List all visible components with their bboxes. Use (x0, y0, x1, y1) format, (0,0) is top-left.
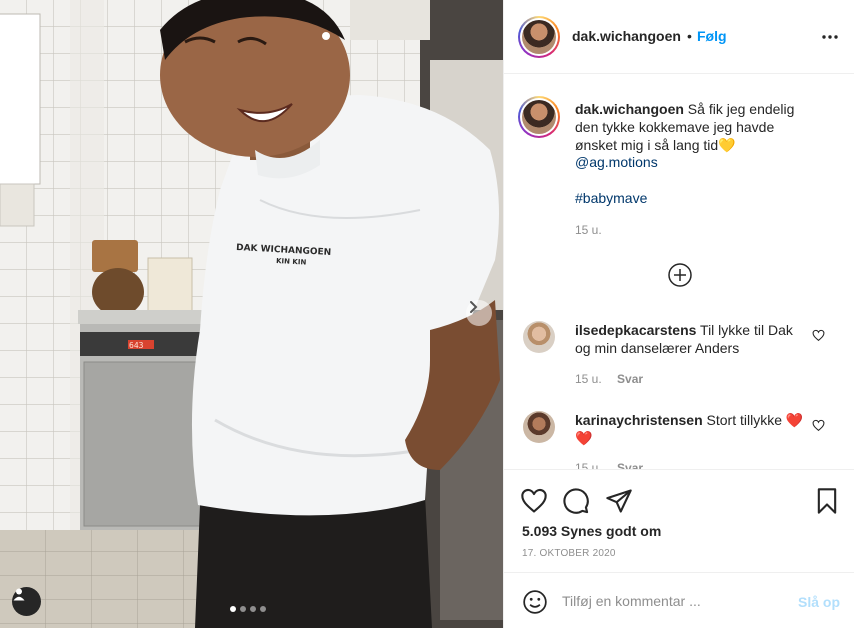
comment-text: ilsedepkacarstens Til lykke til Dak og m… (575, 321, 805, 357)
commenter-avatar[interactable] (523, 411, 555, 443)
caption-timestamp[interactable]: 15 u. (575, 223, 602, 237)
caption-avatar[interactable] (518, 96, 560, 138)
carousel-dot (250, 606, 256, 612)
more-options-icon[interactable] (820, 27, 840, 47)
likes-count[interactable]: 5.093 Synes godt om (522, 523, 661, 539)
carousel-dots (230, 606, 266, 612)
heart-icon[interactable] (812, 329, 825, 342)
reply-button[interactable]: Svar (617, 372, 643, 386)
like-heart-icon[interactable] (520, 487, 548, 515)
comments-section: dak.wichangoen Så fik jeg endelig den ty… (504, 75, 854, 469)
load-more-comments-icon[interactable] (667, 262, 693, 288)
comment-input[interactable] (562, 589, 782, 613)
save-bookmark-icon[interactable] (813, 487, 841, 515)
carousel-dot (240, 606, 246, 612)
comment-meta: 15 u. Svar (575, 461, 655, 469)
caption-mention[interactable]: @ag.motions (575, 154, 658, 170)
follow-button[interactable]: Følg (697, 28, 727, 44)
tagged-users-button[interactable] (12, 587, 41, 616)
carousel-dot (230, 606, 236, 612)
post-actions: 5.093 Synes godt om 17. OKTOBER 2020 (504, 469, 854, 572)
chevron-right-icon (470, 301, 478, 313)
post-date[interactable]: 17. OKTOBER 2020 (522, 548, 616, 559)
post-comment-button[interactable]: Slå op (798, 594, 840, 610)
photo-illustration: 643 DAK WICHANGOEN KIN KIN (0, 0, 503, 628)
comment-timestamp[interactable]: 15 u. (575, 372, 602, 386)
next-photo-button[interactable] (466, 300, 492, 326)
caption-hashtag[interactable]: #babymave (575, 190, 647, 206)
share-icon[interactable] (605, 487, 633, 515)
commenter-avatar[interactable] (523, 321, 555, 353)
caption-text: dak.wichangoen Så fik jeg endelig den ty… (575, 100, 815, 154)
comment-text: karinaychristensen Stort tillykke ❤️❤️ (575, 411, 805, 447)
post-header: dak.wichangoen • Følg (504, 0, 854, 74)
comment-icon[interactable] (562, 487, 590, 515)
comment-username[interactable]: karinaychristensen (575, 412, 703, 428)
post-photo[interactable]: 643 DAK WICHANGOEN KIN KIN (0, 0, 503, 628)
post-side-panel: dak.wichangoen • Følg dak.wichangoen Så … (503, 0, 854, 628)
reply-button[interactable]: Svar (617, 461, 643, 469)
caption-username[interactable]: dak.wichangoen (575, 101, 684, 117)
svg-text:KIN KIN: KIN KIN (276, 257, 307, 267)
svg-text:643: 643 (129, 341, 144, 350)
header-separator: • (687, 28, 692, 44)
comment-meta: 15 u. Svar (575, 372, 655, 386)
author-username[interactable]: dak.wichangoen (572, 28, 681, 44)
comment-timestamp[interactable]: 15 u. (575, 461, 602, 469)
comment-username[interactable]: ilsedepkacarstens (575, 322, 696, 338)
heart-icon[interactable] (812, 419, 825, 432)
carousel-dot (260, 606, 266, 612)
emoji-icon[interactable] (522, 589, 548, 615)
comment-composer: Slå op (504, 572, 854, 628)
author-avatar[interactable] (518, 16, 560, 58)
user-icon (13, 588, 25, 601)
